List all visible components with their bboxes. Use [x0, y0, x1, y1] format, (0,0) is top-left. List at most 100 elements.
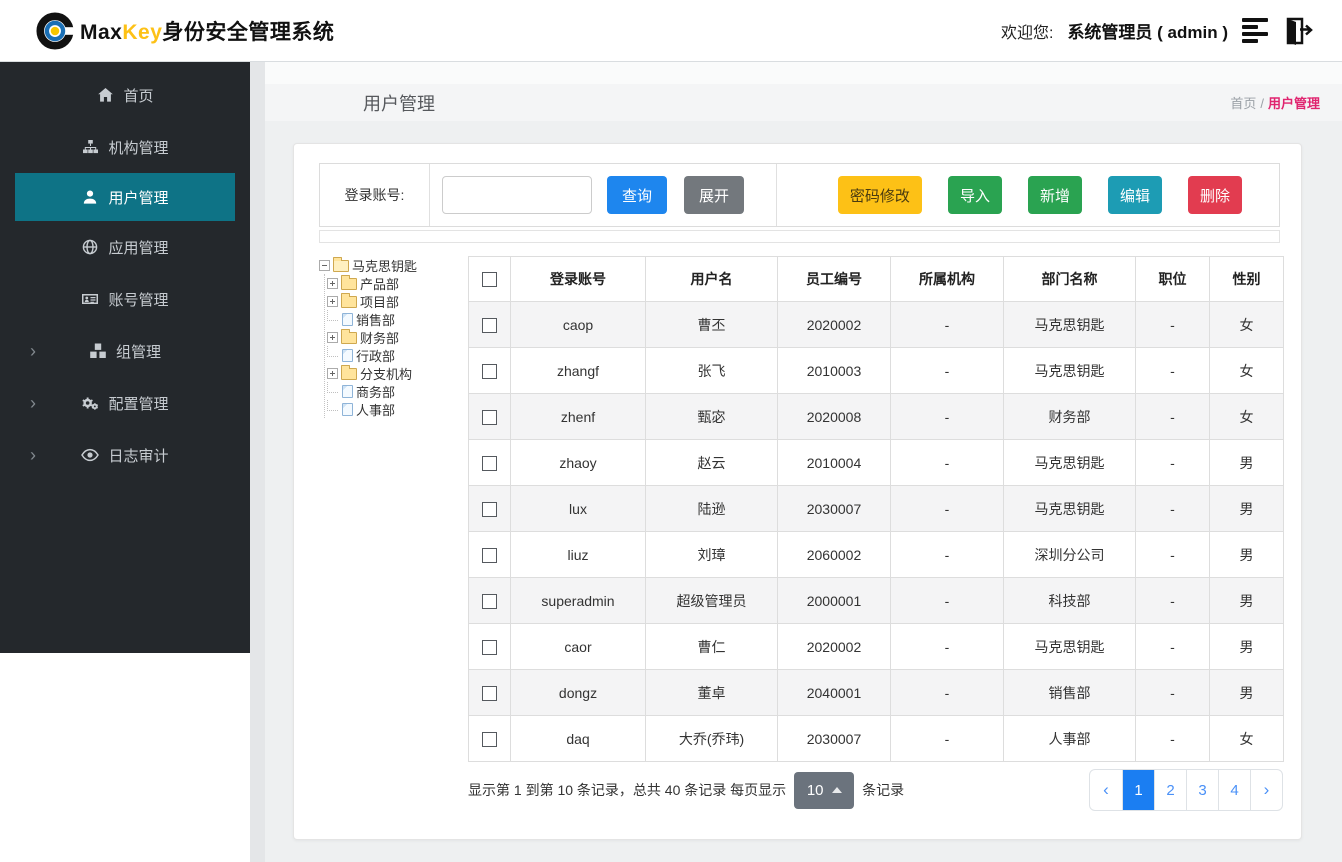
sidebar-item-配置管理[interactable]: › 配置管理	[0, 377, 250, 429]
page-size-dropdown[interactable]: 10	[794, 771, 855, 809]
tree-connector	[327, 400, 338, 411]
menu-list-icon[interactable]	[1242, 18, 1268, 43]
table-row[interactable]: zhaoy 赵云 2010004- 马克思钥匙 - 男	[468, 439, 1284, 486]
pagination-pages: ‹ 1 2 3 4 ›	[1089, 769, 1283, 811]
row-checkbox[interactable]	[482, 731, 497, 747]
action-button-导入[interactable]: 导入	[947, 176, 1002, 214]
pagination-page-3[interactable]: 3	[1186, 770, 1218, 810]
table-row[interactable]: zhangf 张飞 2010003- 马克思钥匙 - 女	[468, 347, 1284, 394]
table-cell: daq	[510, 715, 646, 762]
expand-icon[interactable]	[327, 277, 338, 289]
query-button[interactable]: 查询	[607, 176, 667, 214]
sidebar-item-账号管理[interactable]: ›账号管理	[0, 273, 250, 325]
tree-node-项目部[interactable]: 项目部	[327, 292, 469, 310]
welcome-label: 欢迎您:	[1000, 24, 1054, 42]
tree-node-人事部[interactable]: 人事部	[327, 400, 469, 418]
table-row[interactable]: caop 曹丕 2020002- 马克思钥匙 - 女	[468, 301, 1284, 348]
table-cell: 曹仁	[645, 623, 778, 670]
sidebar-item-首页[interactable]: ›首页	[0, 69, 250, 121]
folder-icon	[341, 365, 357, 380]
table-row[interactable]: dongz 董卓 2040001- 销售部 - 男	[468, 669, 1284, 716]
table-row[interactable]: lux 陆逊 2030007- 马克思钥匙 - 男	[468, 485, 1284, 532]
pagination-prev[interactable]: ‹	[1090, 770, 1122, 810]
pagination-page-1[interactable]: 1	[1122, 770, 1154, 810]
column-header[interactable]: 所属机构	[890, 256, 1004, 302]
breadcrumb-home[interactable]: 首页	[1230, 96, 1256, 111]
row-checkbox[interactable]	[482, 593, 497, 609]
sidebar-gutter	[250, 62, 265, 862]
table-cell: 2020002	[777, 623, 891, 670]
action-button-密码修改[interactable]: 密码修改	[837, 176, 922, 214]
select-all-checkbox[interactable]	[482, 272, 497, 288]
table-cell: 2060002	[777, 531, 891, 578]
tree-node-产品部[interactable]: 产品部	[327, 274, 469, 292]
row-checkbox[interactable]	[482, 317, 497, 333]
expand-icon[interactable]	[327, 331, 338, 343]
row-checkbox[interactable]	[482, 639, 497, 655]
table-cell: 深圳分公司	[1003, 531, 1136, 578]
file-icon	[342, 402, 353, 416]
column-header[interactable]: 职位	[1135, 256, 1210, 302]
tree-root-node[interactable]: 马克思钥匙	[319, 256, 469, 274]
row-checkbox[interactable]	[482, 455, 497, 471]
action-button-编辑[interactable]: 编辑	[1107, 176, 1162, 214]
tree-node-行政部[interactable]: 行政部	[327, 346, 469, 364]
row-checkbox[interactable]	[482, 409, 497, 425]
table-cell: 马克思钥匙	[1003, 485, 1136, 532]
table-cell: -	[1135, 347, 1210, 394]
row-checkbox[interactable]	[482, 363, 497, 379]
collapse-icon[interactable]	[319, 259, 330, 271]
table-cell: zhaoy	[510, 439, 646, 486]
expand-button[interactable]: 展开	[684, 176, 744, 214]
tree-node-label: 商务部	[356, 384, 396, 400]
sidebar-item-应用管理[interactable]: ›应用管理	[0, 221, 250, 273]
table-row[interactable]: superadmin 超级管理员 2000001- 科技部 - 男	[468, 577, 1284, 624]
table-row[interactable]: caor 曹仁 2020002- 马克思钥匙 - 男	[468, 623, 1284, 670]
app-header: MaxKey身份安全管理系统 欢迎您: 系统管理员 ( admin )	[0, 0, 1342, 62]
pagination-page-2[interactable]: 2	[1154, 770, 1186, 810]
home-icon	[96, 87, 114, 103]
caret-up-icon	[831, 787, 842, 793]
table-cell: 曹丕	[645, 301, 778, 348]
column-header[interactable]: 部门名称	[1003, 256, 1136, 302]
table-cell: -	[890, 485, 1004, 532]
table-row[interactable]: zhenf 甄宓 2020008- 财务部 - 女	[468, 393, 1284, 440]
sidebar-item-日志审计[interactable]: › 日志审计	[0, 429, 250, 481]
table-cell: lux	[510, 485, 646, 532]
sidebar-item-label: 组管理	[115, 343, 161, 361]
column-header[interactable]: 登录账号	[510, 256, 646, 302]
logout-icon[interactable]	[1282, 15, 1314, 47]
sidebar-item-用户管理[interactable]: ›用户管理	[15, 173, 235, 221]
tree-node-商务部[interactable]: 商务部	[327, 382, 469, 400]
expand-icon[interactable]	[327, 295, 338, 307]
action-button-删除[interactable]: 删除	[1187, 176, 1242, 214]
tree-connector	[327, 346, 338, 357]
login-account-input[interactable]	[442, 176, 592, 214]
row-checkbox[interactable]	[482, 501, 497, 517]
table-cell: zhenf	[510, 393, 646, 440]
breadcrumb: 首页 / 用户管理	[1230, 96, 1320, 111]
row-checkbox[interactable]	[482, 547, 497, 563]
row-checkbox[interactable]	[482, 685, 497, 701]
pagination-next[interactable]: ›	[1250, 770, 1282, 810]
table-cell: dongz	[510, 669, 646, 716]
tree-node-销售部[interactable]: 销售部	[327, 310, 469, 328]
expand-icon[interactable]	[327, 367, 338, 379]
table-cell: 男	[1209, 485, 1284, 532]
table-cell: 甄宓	[645, 393, 778, 440]
table-row[interactable]: daq 大乔(乔玮) 2030007- 人事部 - 女	[468, 715, 1284, 762]
sidebar-item-机构管理[interactable]: ›机构管理	[0, 121, 250, 173]
folder-icon	[341, 275, 357, 290]
tree-node-分支机构[interactable]: 分支机构	[327, 364, 469, 382]
tree-node-财务部[interactable]: 财务部	[327, 328, 469, 346]
pagination-page-4[interactable]: 4	[1218, 770, 1250, 810]
tree-node-label: 项目部	[360, 294, 400, 310]
table-row[interactable]: liuz 刘璋 2060002- 深圳分公司 - 男	[468, 531, 1284, 578]
folder-open-icon	[333, 257, 349, 272]
column-header[interactable]: 性别	[1209, 256, 1284, 302]
sidebar-item-组管理[interactable]: › 组管理	[0, 325, 250, 377]
column-header[interactable]: 用户名	[645, 256, 778, 302]
column-header[interactable]: 员工编号	[777, 256, 891, 302]
action-button-新增[interactable]: 新增	[1027, 176, 1082, 214]
tree-node-label: 分支机构	[360, 366, 413, 382]
